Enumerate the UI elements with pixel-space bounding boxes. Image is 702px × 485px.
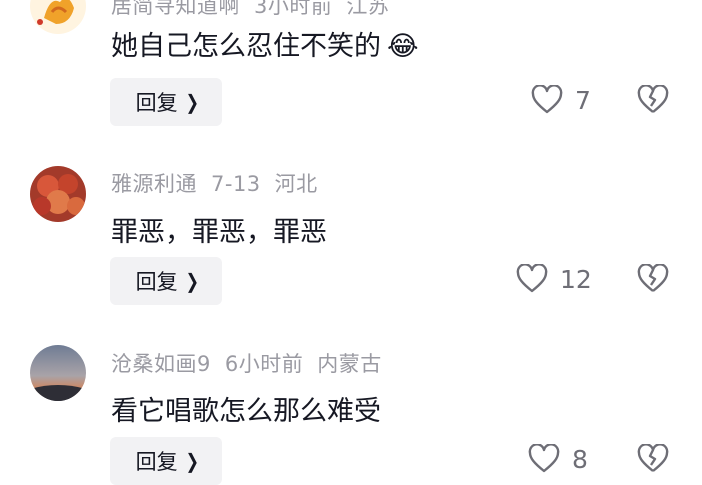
like-button[interactable]: 7	[531, 85, 591, 115]
comment-text: 她自己怎么忍住不笑的 😂	[111, 31, 419, 62]
comment-meta: 居简寻知道啊 3小时前 江苏	[111, 0, 403, 20]
laughing-emoji-icon: 😂	[387, 31, 419, 62]
reply-button[interactable]: 回复 ❯	[110, 437, 222, 485]
comment-text: 罪恶，罪恶，罪恶	[111, 217, 327, 248]
username[interactable]: 雅源利通	[111, 172, 197, 196]
comment-location: 河北	[274, 172, 318, 196]
like-count: 7	[575, 85, 591, 115]
username[interactable]: 沧桑如画9	[111, 352, 211, 376]
like-button[interactable]: 12	[516, 264, 592, 294]
heart-outline-icon	[528, 444, 560, 474]
broken-heart-icon	[637, 444, 669, 474]
like-count: 12	[560, 264, 592, 294]
avatar[interactable]	[30, 0, 86, 34]
dislike-button[interactable]	[637, 444, 669, 476]
dislike-button[interactable]	[637, 85, 669, 117]
reply-button[interactable]: 回复 ❯	[110, 78, 222, 126]
comment-meta: 沧桑如画9 6小时前 内蒙古	[111, 348, 396, 378]
comment-time: 6小时前	[224, 352, 304, 376]
dislike-button[interactable]	[637, 264, 669, 296]
username[interactable]: 居简寻知道啊	[111, 0, 240, 18]
comment-time: 7-13	[211, 172, 261, 196]
comment-meta: 雅源利通 7-13 河北	[111, 168, 332, 198]
broken-heart-icon	[637, 85, 669, 115]
chevron-right-icon: ❯	[185, 269, 199, 293]
chevron-right-icon: ❯	[185, 449, 199, 473]
comment-text: 看它唱歌怎么那么难受	[111, 396, 381, 427]
avatar[interactable]	[30, 345, 86, 401]
like-button[interactable]: 8	[528, 444, 588, 474]
reply-button[interactable]: 回复 ❯	[110, 257, 222, 305]
avatar[interactable]	[30, 166, 86, 222]
comment-time: 3小时前	[254, 0, 333, 18]
heart-outline-icon	[516, 264, 548, 294]
comment-location: 江苏	[346, 0, 390, 18]
chevron-right-icon: ❯	[185, 90, 199, 114]
comment-location: 内蒙古	[317, 352, 382, 376]
like-count: 8	[572, 444, 588, 474]
broken-heart-icon	[637, 264, 669, 294]
heart-outline-icon	[531, 85, 563, 115]
